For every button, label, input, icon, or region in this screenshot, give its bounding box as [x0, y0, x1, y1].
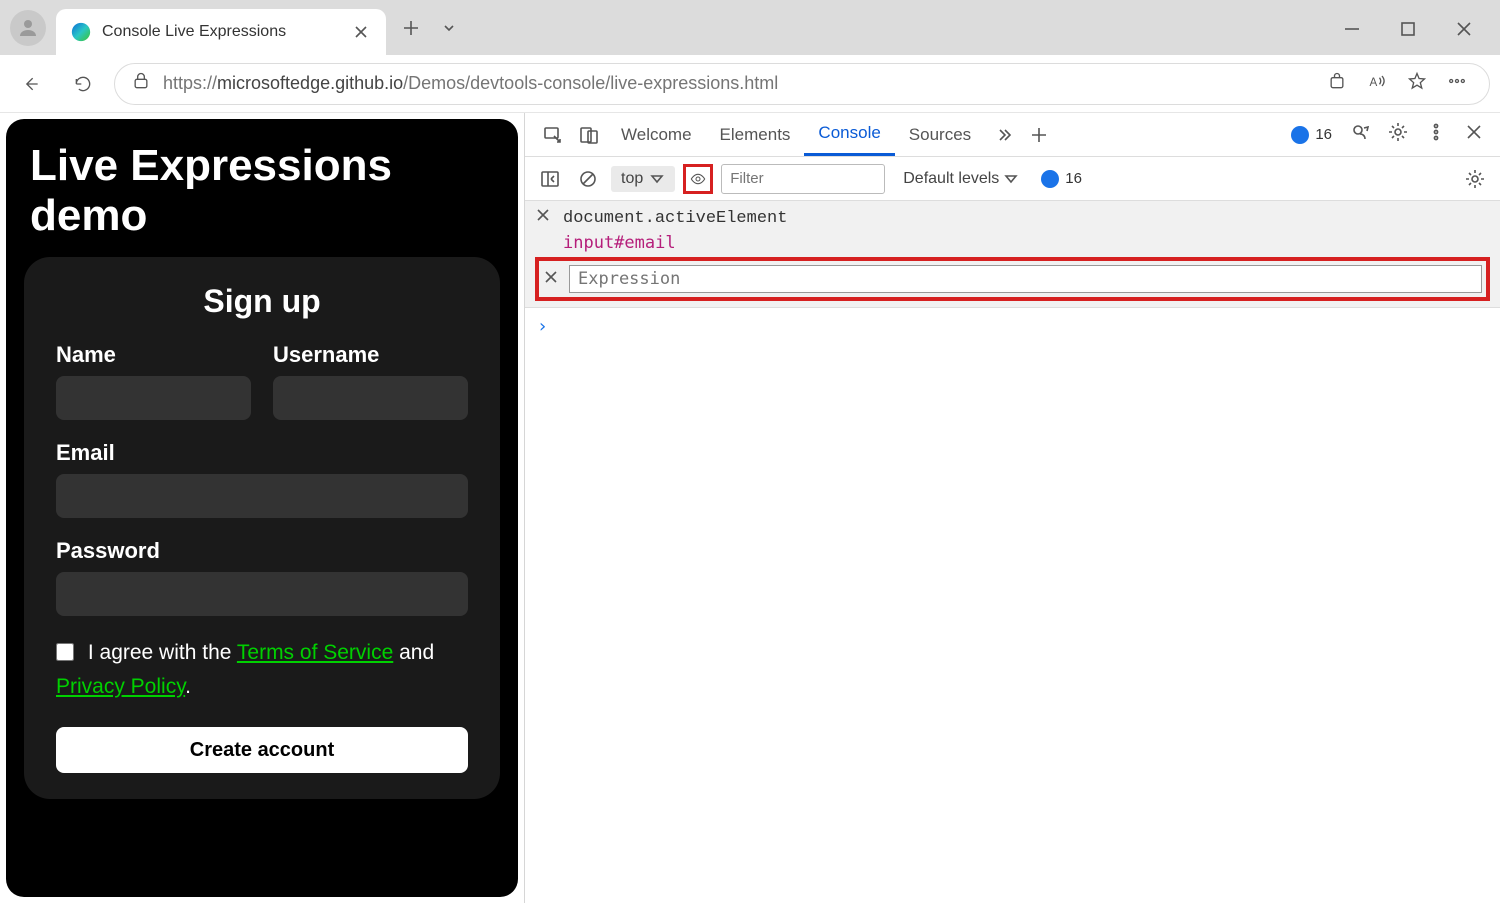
maximize-button[interactable] — [1398, 19, 1416, 37]
url-box[interactable]: https://microsoftedge.github.io/Demos/de… — [114, 63, 1490, 105]
edge-icon — [70, 21, 92, 43]
name-field[interactable] — [56, 376, 251, 420]
live-expression-block: document.activeElement input#email — [525, 201, 1500, 308]
svg-text:A: A — [1370, 76, 1378, 89]
page-heading: Live Expressions demo — [30, 141, 494, 241]
remove-new-expression-icon[interactable] — [543, 269, 561, 290]
terms-row: I agree with the Terms of Service and Pr… — [56, 636, 468, 703]
devtools-panel: Welcome Elements Console Sources 16 top … — [524, 113, 1500, 903]
toggle-sidebar-icon[interactable] — [535, 164, 565, 194]
agree-text-prefix: I agree with the — [88, 641, 237, 664]
agree-checkbox[interactable] — [56, 643, 74, 661]
inspect-element-icon[interactable] — [535, 125, 571, 145]
email-field[interactable] — [56, 474, 468, 518]
remove-live-expression-icon[interactable] — [535, 207, 553, 229]
shopping-icon[interactable] — [1327, 71, 1347, 96]
more-menu-icon[interactable] — [1447, 71, 1467, 96]
window-controls — [1342, 19, 1490, 37]
devtools-tab-bar: Welcome Elements Console Sources 16 — [525, 113, 1500, 157]
address-bar: https://microsoftedge.github.io/Demos/de… — [0, 55, 1500, 113]
page-content: Live Expressions demo Sign up Name Usern… — [0, 113, 524, 903]
url-text: https://microsoftedge.github.io/Demos/de… — [163, 73, 778, 94]
more-tabs-icon[interactable] — [985, 125, 1021, 145]
feedback-icon[interactable] — [1350, 122, 1370, 147]
name-label: Name — [56, 342, 251, 368]
browser-tab[interactable]: Console Live Expressions — [56, 9, 386, 55]
username-label: Username — [273, 342, 468, 368]
console-toolbar: top Default levels 16 — [525, 157, 1500, 201]
add-tab-icon[interactable] — [1021, 125, 1057, 145]
back-button[interactable] — [10, 63, 52, 105]
minimize-button[interactable] — [1342, 19, 1360, 37]
tos-link[interactable]: Terms of Service — [237, 641, 393, 664]
toolbar-issues-badge[interactable]: 16 — [1041, 170, 1082, 188]
tab-sources[interactable]: Sources — [895, 113, 985, 156]
filter-input[interactable] — [721, 164, 885, 194]
site-info-icon[interactable] — [131, 71, 151, 96]
favorite-icon[interactable] — [1407, 71, 1427, 96]
tab-console[interactable]: Console — [804, 113, 894, 156]
new-live-expression-highlight — [535, 257, 1490, 301]
password-field[interactable] — [56, 572, 468, 616]
signup-card: Sign up Name Username Email Pa — [24, 257, 500, 799]
new-live-expression-input[interactable] — [569, 265, 1482, 293]
tab-close-button[interactable] — [350, 21, 372, 43]
log-levels-selector[interactable]: Default levels — [903, 170, 1019, 188]
devtools-menu-icon[interactable] — [1426, 122, 1446, 147]
clear-console-icon[interactable] — [573, 164, 603, 194]
live-expression-icon[interactable] — [683, 164, 713, 194]
refresh-button[interactable] — [62, 63, 104, 105]
email-label: Email — [56, 440, 468, 466]
form-title: Sign up — [56, 283, 468, 320]
new-tab-button[interactable] — [394, 11, 428, 45]
settings-icon[interactable] — [1388, 122, 1408, 147]
browser-titlebar: Console Live Expressions — [0, 0, 1500, 55]
context-selector[interactable]: top — [611, 166, 675, 192]
live-expression-value: input#email — [563, 233, 1490, 253]
username-field[interactable] — [273, 376, 468, 420]
console-settings-icon[interactable] — [1460, 164, 1490, 194]
password-label: Password — [56, 538, 468, 564]
tab-elements[interactable]: Elements — [706, 113, 805, 156]
read-aloud-icon[interactable]: A — [1367, 71, 1387, 96]
tab-title: Console Live Expressions — [102, 23, 350, 41]
tab-welcome[interactable]: Welcome — [607, 113, 706, 156]
close-window-button[interactable] — [1454, 19, 1472, 37]
console-output[interactable]: › — [525, 308, 1500, 903]
console-prompt-icon: › — [537, 316, 548, 337]
live-expression-text[interactable]: document.activeElement — [563, 209, 787, 228]
privacy-link[interactable]: Privacy Policy — [56, 675, 185, 698]
issues-badge[interactable]: 16 — [1291, 126, 1332, 144]
tab-actions-button[interactable] — [432, 11, 466, 45]
device-toolbar-icon[interactable] — [571, 125, 607, 145]
create-account-button[interactable]: Create account — [56, 727, 468, 773]
devtools-close-icon[interactable] — [1464, 122, 1484, 147]
profile-avatar[interactable] — [10, 10, 46, 46]
